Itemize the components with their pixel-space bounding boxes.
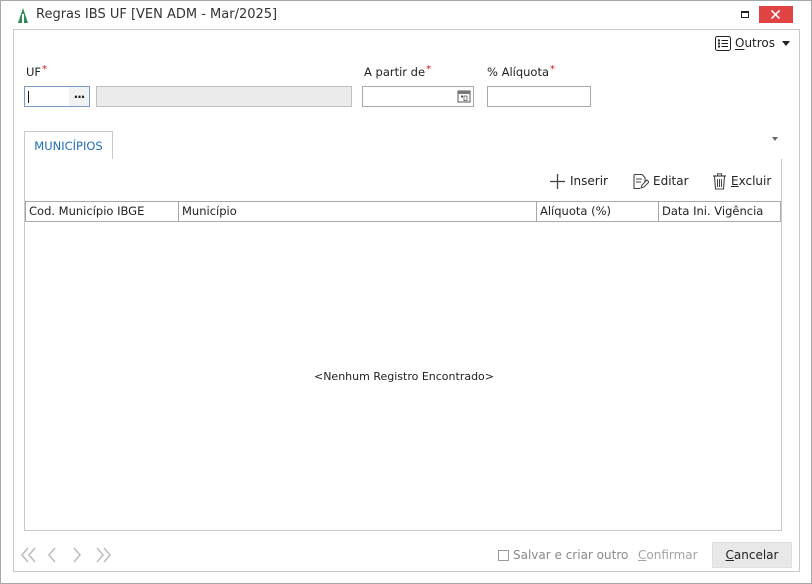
insert-button[interactable]: Inserir: [549, 172, 608, 190]
dialog-window: Regras IBS UF [VEN ADM - Mar/2025] Outro…: [0, 0, 812, 584]
cancel-button[interactable]: Cancelar: [712, 542, 792, 568]
close-icon: [771, 10, 780, 19]
first-record-icon[interactable]: [19, 545, 39, 565]
required-marker: *: [550, 64, 556, 75]
save-and-create-label: Salvar e criar outro: [513, 548, 629, 562]
maximize-button[interactable]: [734, 6, 754, 22]
previous-record-icon[interactable]: [45, 545, 59, 565]
app-logo-icon: [18, 8, 28, 23]
save-and-create-option[interactable]: Salvar e criar outro: [498, 548, 628, 562]
column-header-data-ini-vigencia[interactable]: Data Ini. Vigência: [659, 202, 780, 221]
outros-menu-button[interactable]: Outros: [715, 35, 791, 51]
chevron-down-icon: [782, 40, 791, 46]
last-record-icon[interactable]: [93, 545, 113, 565]
insert-label: Inserir: [570, 174, 608, 188]
empty-grid-message: <Nenhum Registro Encontrado>: [313, 370, 495, 383]
uf-description-field: [96, 86, 352, 107]
delete-button[interactable]: Excluir: [712, 172, 771, 190]
column-header-cod-municipio[interactable]: Cod. Município IBGE: [26, 202, 179, 221]
aliquota-label-text: % Alíquota: [487, 65, 550, 79]
required-marker: *: [426, 64, 432, 75]
save-and-create-checkbox[interactable]: [498, 549, 509, 561]
aliquota-field-label: % Alíquota*: [487, 64, 556, 79]
edit-label: Editar: [653, 174, 689, 188]
uf-label-text: UF: [26, 65, 42, 79]
edit-document-icon: [633, 173, 649, 189]
list-icon: [715, 35, 731, 51]
a-partir-de-field-label: A partir de*: [364, 64, 432, 79]
outros-label: Outros: [735, 36, 776, 50]
a-partir-de-date-field[interactable]: [362, 86, 474, 107]
uf-field-label: UF*: [26, 64, 48, 79]
plus-icon: [550, 173, 565, 189]
maximize-icon: [741, 11, 749, 18]
edit-button[interactable]: Editar: [632, 172, 689, 190]
calendar-icon[interactable]: [457, 89, 471, 103]
aliquota-input[interactable]: [487, 86, 591, 107]
column-header-municipio[interactable]: Município: [179, 202, 537, 221]
uf-input[interactable]: ...: [24, 86, 90, 107]
close-button[interactable]: [759, 6, 793, 23]
required-marker: *: [42, 64, 48, 75]
tab-municipios[interactable]: MUNICÍPIOS: [24, 131, 113, 160]
trash-icon: [713, 172, 726, 190]
a-partir-de-label-text: A partir de: [364, 65, 426, 79]
uf-lookup-button[interactable]: ...: [69, 87, 89, 106]
tab-overflow-arrow-icon[interactable]: [772, 137, 778, 141]
grid-header: Cod. Município IBGE Município Alíquota (…: [25, 201, 781, 222]
next-record-icon[interactable]: [70, 545, 84, 565]
title-bar[interactable]: Regras IBS UF [VEN ADM - Mar/2025]: [1, 1, 811, 29]
delete-label: Excluir: [731, 174, 772, 188]
window-title: Regras IBS UF [VEN ADM - Mar/2025]: [36, 7, 278, 22]
column-header-aliquota[interactable]: Alíquota (%): [537, 202, 659, 221]
confirm-button[interactable]: Confirmar: [638, 548, 698, 562]
text-cursor: [28, 91, 29, 103]
